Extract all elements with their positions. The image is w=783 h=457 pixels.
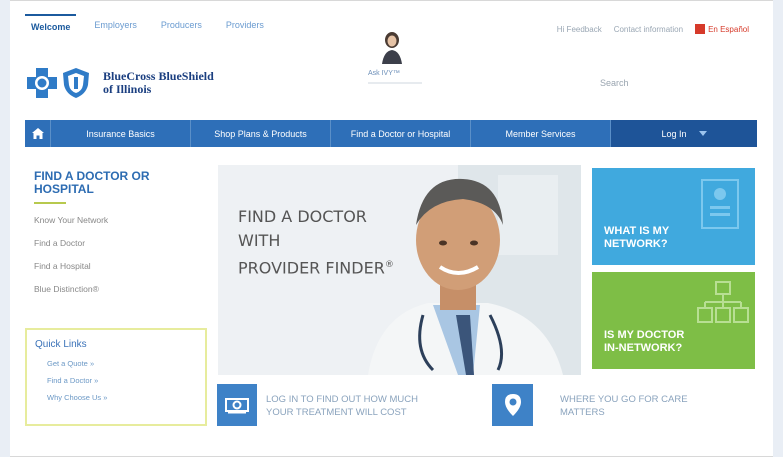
sidebar-item-find-doctor[interactable]: Find a Doctor	[34, 236, 108, 259]
contact-link[interactable]: Contact information	[614, 25, 683, 34]
sidebar-item-blue-distinction[interactable]: Blue Distinction®	[34, 282, 108, 305]
chevron-down-icon	[698, 131, 707, 136]
espanol-link[interactable]: En Español	[695, 24, 749, 34]
right-border	[773, 0, 783, 457]
quick-link-why[interactable]: Why Choose Us »	[47, 393, 107, 410]
care-promo-line-2: MATTERS	[560, 407, 605, 418]
title-underline	[34, 202, 66, 204]
registered-mark: ®	[384, 260, 394, 270]
tab-employers[interactable]: Employers	[88, 14, 143, 36]
audience-tabs: Welcome Employers Producers Providers	[25, 14, 270, 36]
hero-line-1: FIND A DOCTOR	[238, 207, 367, 226]
home-button[interactable]	[25, 120, 51, 147]
cost-promo-line-2: YOUR TREATMENT WILL COST	[266, 407, 407, 418]
home-icon	[31, 128, 44, 139]
main-nav: Insurance Basics Shop Plans & Products F…	[25, 120, 757, 147]
blue-tile-line-1: WHAT IS MY	[604, 225, 670, 237]
nav-member-services[interactable]: Member Services	[471, 120, 611, 147]
money-icon	[225, 398, 249, 414]
nav-shop-plans[interactable]: Shop Plans & Products	[191, 120, 331, 147]
quick-links-list: Get a Quote » Find a Doctor » Why Choose…	[47, 359, 107, 410]
blue-cross-icon	[27, 68, 57, 98]
login-label: Log In	[661, 128, 687, 139]
hero-line-3: PROVIDER FINDER	[238, 258, 385, 278]
what-is-my-network-label: WHAT IS MY NETWORK?	[604, 225, 669, 251]
cost-promo-button[interactable]	[217, 384, 257, 426]
logo-text: BlueCross BlueShield of Illinois	[103, 70, 214, 96]
hero-line-2: WITH	[238, 231, 281, 250]
assistant-caption[interactable]: Ask IVY™	[368, 70, 400, 77]
hero-line-3-wrap: PROVIDER FINDER®	[238, 253, 394, 280]
utility-links: Hi Feedback Contact information En Españ…	[557, 24, 749, 34]
is-my-doctor-in-network-tile[interactable]: IS MY DOCTOR IN-NETWORK?	[592, 272, 755, 369]
location-pin-icon	[504, 394, 521, 416]
nav-insurance-basics[interactable]: Insurance Basics	[51, 120, 191, 147]
quick-links-box: Quick Links Get a Quote » Find a Doctor …	[25, 328, 207, 426]
is-my-doctor-label: IS MY DOCTOR IN-NETWORK?	[604, 329, 684, 355]
tab-welcome[interactable]: Welcome	[25, 14, 77, 36]
nav-find-doctor[interactable]: Find a Doctor or Hospital	[331, 120, 471, 147]
care-promo-button[interactable]	[492, 384, 533, 426]
quick-links-title: Quick Links	[35, 339, 87, 350]
what-is-my-network-tile[interactable]: WHAT IS MY NETWORK?	[592, 168, 755, 265]
sidebar-links: Know Your Network Find a Doctor Find a H…	[34, 213, 108, 305]
bcbs-logo[interactable]: BlueCross BlueShield of Illinois	[27, 67, 214, 99]
blue-shield-icon	[63, 68, 89, 98]
sidebar-item-find-hospital[interactable]: Find a Hospital	[34, 259, 108, 282]
tab-producers[interactable]: Producers	[155, 14, 208, 36]
espanol-label: En Español	[708, 24, 749, 34]
left-border	[0, 0, 10, 457]
care-promo-line-1: WHERE YOU GO FOR CARE	[560, 394, 688, 405]
green-tile-line-2: IN-NETWORK?	[604, 342, 683, 354]
sidebar-item-know-network[interactable]: Know Your Network	[34, 213, 108, 236]
tab-providers[interactable]: Providers	[220, 14, 270, 36]
assistant-underline	[368, 82, 422, 84]
language-icon	[695, 24, 706, 34]
hero-banner[interactable]: FIND A DOCTOR WITH PROVIDER FINDER®	[218, 165, 581, 375]
login-button[interactable]: Log In	[611, 120, 757, 147]
cost-promo-line-1: LOG IN TO FIND OUT HOW MUCH	[266, 394, 419, 405]
quick-link-quote[interactable]: Get a Quote »	[47, 359, 107, 376]
logo-line-2: of Illinois	[103, 82, 152, 96]
quick-link-doctor[interactable]: Find a Doctor »	[47, 376, 107, 393]
cost-promo-text[interactable]: LOG IN TO FIND OUT HOW MUCH YOUR TREATME…	[266, 393, 418, 419]
section-title: FIND A DOCTOR OR HOSPITAL	[34, 169, 150, 196]
search-input[interactable]: Search	[600, 78, 629, 88]
hero-headline: FIND A DOCTOR WITH PROVIDER FINDER®	[238, 205, 394, 280]
blue-tile-line-2: NETWORK?	[604, 238, 668, 250]
green-tile-line-1: IS MY DOCTOR	[604, 329, 685, 341]
feedback-link[interactable]: Hi Feedback	[557, 25, 602, 34]
assistant-avatar-icon[interactable]	[378, 30, 406, 64]
care-promo-text[interactable]: WHERE YOU GO FOR CARE MATTERS	[560, 393, 688, 419]
